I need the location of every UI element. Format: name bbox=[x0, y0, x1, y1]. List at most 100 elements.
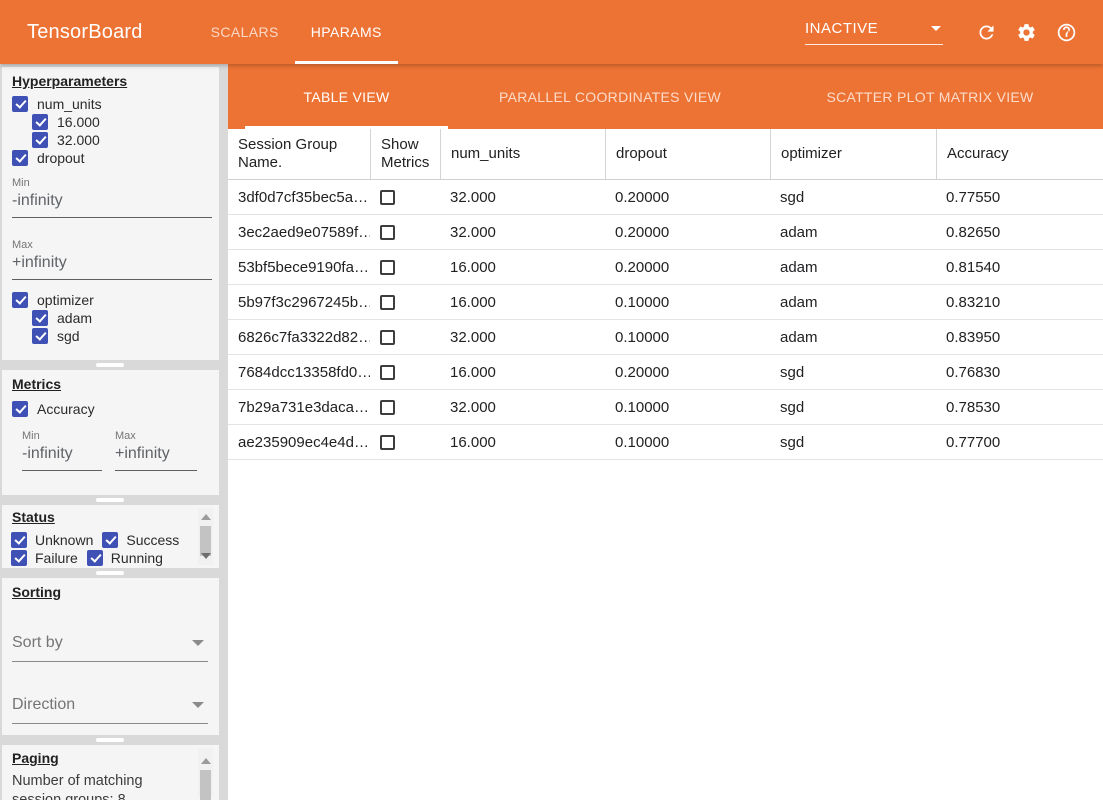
show-metrics-checkbox[interactable] bbox=[380, 330, 395, 345]
col-dropout: dropout bbox=[605, 129, 770, 179]
scrollbar-thumb[interactable] bbox=[200, 770, 211, 800]
num-units-16-checkbox[interactable] bbox=[32, 114, 48, 130]
tab-parallel-coordinates-view[interactable]: PARALLEL COORDINATES VIEW bbox=[448, 64, 772, 129]
tensorboard-app: TensorBoard SCALARS HPARAMS INACTIVE bbox=[0, 0, 1103, 800]
main-content: TABLE VIEW PARALLEL COORDINATES VIEW SCA… bbox=[228, 64, 1103, 800]
dropout-max-label: Max bbox=[12, 239, 33, 251]
dropout-label: dropout bbox=[37, 150, 84, 166]
optimizer-cell: sgd bbox=[770, 399, 936, 416]
num-units-cell: 16.000 bbox=[440, 294, 605, 311]
optimizer-cell: adam bbox=[770, 294, 936, 311]
table-row: 5b97f3c2967245b…16.0000.10000adam0.83210 bbox=[228, 285, 1103, 320]
num-units-32-checkbox[interactable] bbox=[32, 132, 48, 148]
hparam-row-num-units: num_units bbox=[12, 95, 102, 112]
dropout-max-input[interactable]: +infinity bbox=[12, 254, 212, 280]
num-units-32-label: 32.000 bbox=[57, 132, 100, 148]
scroll-up-icon[interactable] bbox=[201, 514, 211, 520]
optimizer-checkbox[interactable] bbox=[12, 292, 28, 308]
tab-scatter-plot-matrix-view[interactable]: SCATTER PLOT MATRIX VIEW bbox=[772, 64, 1088, 129]
hparam-row-adam: adam bbox=[32, 309, 92, 326]
refresh-icon bbox=[976, 22, 997, 43]
status-running: Running bbox=[87, 550, 163, 566]
scroll-down-icon[interactable] bbox=[201, 553, 211, 559]
resize-handle[interactable] bbox=[96, 498, 124, 502]
dropout-checkbox[interactable] bbox=[12, 150, 28, 166]
session-group-name-cell: ae235909ec4e4d… bbox=[228, 434, 370, 451]
metric-max-input[interactable]: +infinity bbox=[115, 445, 197, 471]
status-scrollbar[interactable] bbox=[198, 508, 213, 565]
num-units-cell: 32.000 bbox=[440, 329, 605, 346]
num-units-cell: 16.000 bbox=[440, 434, 605, 451]
optimizer-adam-checkbox[interactable] bbox=[32, 310, 48, 326]
refresh-button[interactable] bbox=[976, 22, 997, 43]
metric-min-label: Min bbox=[22, 430, 40, 442]
tab-table-view[interactable]: TABLE VIEW bbox=[245, 64, 448, 129]
paging-scrollbar[interactable] bbox=[198, 748, 213, 797]
show-metrics-checkbox[interactable] bbox=[380, 365, 395, 380]
hyperparameters-panel: Hyperparameters num_units 16.000 32.000 … bbox=[2, 67, 219, 360]
sidebar: Hyperparameters num_units 16.000 32.000 … bbox=[0, 64, 228, 800]
status-success-checkbox[interactable] bbox=[102, 532, 118, 548]
optimizer-label: optimizer bbox=[37, 292, 94, 308]
optimizer-cell: sgd bbox=[770, 364, 936, 381]
show-metrics-cell bbox=[370, 260, 440, 275]
num-units-cell: 16.000 bbox=[440, 259, 605, 276]
hparam-row-16: 16.000 bbox=[32, 113, 100, 130]
panel-divider bbox=[0, 735, 228, 745]
dropout-cell: 0.10000 bbox=[605, 329, 770, 346]
show-metrics-checkbox[interactable] bbox=[380, 295, 395, 310]
metric-min-input[interactable]: -infinity bbox=[22, 445, 102, 471]
help-button[interactable] bbox=[1056, 22, 1077, 43]
dropout-cell: 0.10000 bbox=[605, 399, 770, 416]
direction-select[interactable]: Direction bbox=[12, 696, 208, 724]
accuracy-cell: 0.82650 bbox=[936, 224, 1103, 241]
optimizer-sgd-checkbox[interactable] bbox=[32, 328, 48, 344]
table-row: 53bf5bece9190fa…16.0000.20000adam0.81540 bbox=[228, 250, 1103, 285]
num-units-cell: 32.000 bbox=[440, 189, 605, 206]
status-running-checkbox[interactable] bbox=[87, 550, 103, 566]
status-failure-checkbox[interactable] bbox=[11, 550, 27, 566]
scrollbar-thumb[interactable] bbox=[200, 526, 211, 556]
status-row-2: Failure Running bbox=[11, 550, 172, 566]
show-metrics-checkbox[interactable] bbox=[380, 260, 395, 275]
hparam-row-optimizer: optimizer bbox=[12, 291, 94, 308]
dropout-cell: 0.20000 bbox=[605, 189, 770, 206]
metric-row-accuracy: Accuracy bbox=[12, 400, 95, 417]
hparam-row-32: 32.000 bbox=[32, 131, 100, 148]
chevron-down-icon bbox=[192, 702, 204, 708]
runs-dropdown[interactable]: INACTIVE bbox=[805, 20, 943, 45]
status-panel: Status Unknown Success Failure R bbox=[2, 505, 219, 568]
tab-scalars[interactable]: SCALARS bbox=[195, 0, 295, 64]
sorting-panel: Sorting Sort by Direction bbox=[2, 578, 219, 735]
accuracy-cell: 0.76830 bbox=[936, 364, 1103, 381]
panel-divider bbox=[0, 360, 228, 370]
table-header: Session Group Name. Show Metrics num_uni… bbox=[228, 129, 1103, 180]
show-metrics-checkbox[interactable] bbox=[380, 190, 395, 205]
session-group-name-cell: 5b97f3c2967245b… bbox=[228, 294, 370, 311]
scroll-up-icon[interactable] bbox=[201, 758, 211, 764]
num-units-label: num_units bbox=[37, 96, 102, 112]
dropout-min-input[interactable]: -infinity bbox=[12, 192, 212, 218]
resize-handle[interactable] bbox=[96, 363, 124, 367]
sort-by-select[interactable]: Sort by bbox=[12, 634, 208, 662]
dropout-cell: 0.20000 bbox=[605, 224, 770, 241]
accuracy-cell: 0.78530 bbox=[936, 399, 1103, 416]
resize-handle[interactable] bbox=[96, 571, 124, 575]
show-metrics-checkbox[interactable] bbox=[380, 225, 395, 240]
accuracy-checkbox[interactable] bbox=[12, 401, 28, 417]
status-running-label: Running bbox=[111, 550, 163, 566]
dropout-cell: 0.20000 bbox=[605, 259, 770, 276]
resize-handle[interactable] bbox=[96, 738, 124, 742]
show-metrics-checkbox[interactable] bbox=[380, 435, 395, 450]
tab-hparams[interactable]: HPARAMS bbox=[295, 0, 398, 64]
num-units-checkbox[interactable] bbox=[12, 96, 28, 112]
dropout-cell: 0.10000 bbox=[605, 294, 770, 311]
session-group-name-cell: 6826c7fa3322d82… bbox=[228, 329, 370, 346]
accuracy-cell: 0.77550 bbox=[936, 189, 1103, 206]
settings-button[interactable] bbox=[1016, 22, 1037, 43]
status-unknown-checkbox[interactable] bbox=[11, 532, 27, 548]
metric-max-label: Max bbox=[115, 430, 136, 442]
optimizer-cell: adam bbox=[770, 224, 936, 241]
show-metrics-checkbox[interactable] bbox=[380, 400, 395, 415]
col-show-metrics: Show Metrics bbox=[370, 129, 440, 179]
